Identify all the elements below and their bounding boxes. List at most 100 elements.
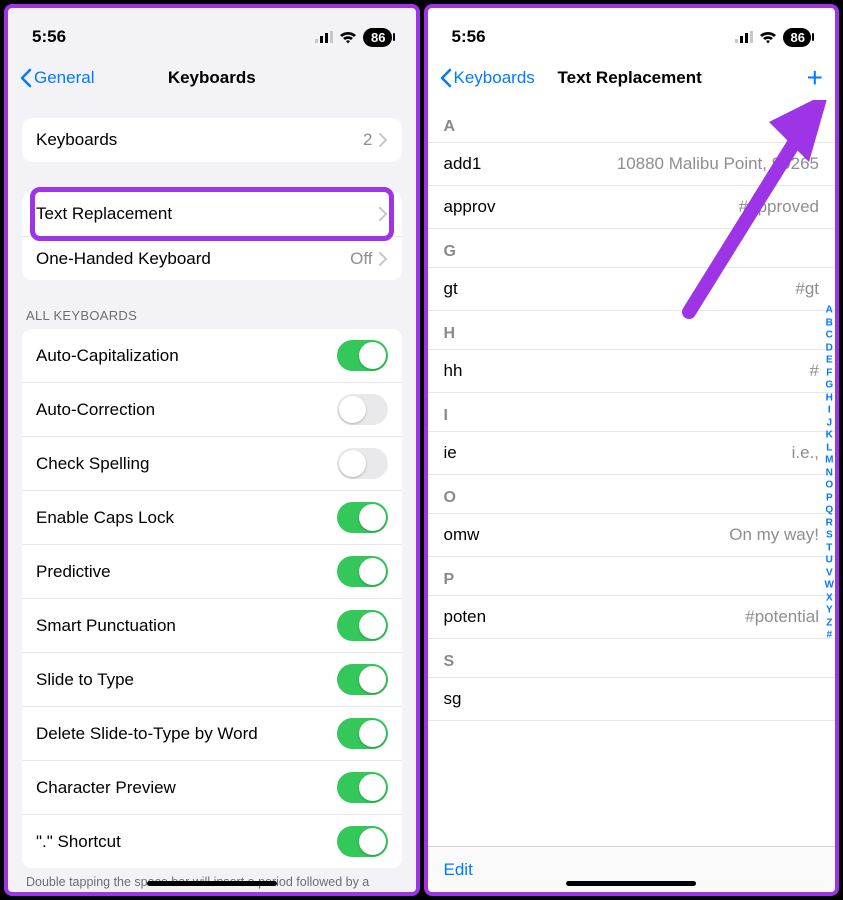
index-letter[interactable]: Q [825,504,833,517]
index-letter[interactable]: L [826,442,832,455]
shortcut-text: add1 [444,154,482,174]
index-letter[interactable]: P [826,492,833,505]
toggle-switch[interactable] [337,448,388,479]
phrase-text: #potential [486,607,819,627]
home-indicator[interactable] [566,881,696,886]
home-indicator[interactable] [147,881,277,886]
index-letter[interactable]: J [826,417,832,430]
cell-value: Off [350,249,372,269]
index-letter[interactable]: C [826,329,833,342]
one-handed-keyboard-row[interactable]: One-Handed Keyboard Off [22,236,402,280]
toggle-switch[interactable] [337,718,388,749]
status-indicators: 86 [315,28,391,47]
cell-label: One-Handed Keyboard [36,249,350,269]
index-letter[interactable]: R [826,517,833,530]
index-letter[interactable]: X [826,592,833,605]
section-header: P [428,557,836,595]
replacement-row[interactable]: add110880 Malibu Point, 90265 [428,142,836,186]
index-letter[interactable]: U [826,554,833,567]
status-bar: 5:56 86 [428,8,836,56]
replacement-row[interactable]: sg [428,677,836,721]
back-button[interactable]: Keyboards [440,68,535,88]
keyboards-row[interactable]: Keyboards 2 [22,118,402,162]
toggle-switch[interactable] [337,556,388,587]
back-button[interactable]: General [20,68,94,88]
index-letter[interactable]: M [825,454,833,467]
index-letter[interactable]: S [826,529,833,542]
toggle-switch[interactable] [337,394,388,425]
index-letter[interactable]: F [826,367,832,380]
status-indicators: 86 [735,28,811,47]
index-letter[interactable]: B [826,317,833,330]
toggle-switch[interactable] [337,340,388,371]
settings-content: Keyboards 2 Text Replacement One-Handed … [8,100,416,892]
toggle-row: Smart Punctuation [22,598,402,652]
replacement-row[interactable]: omwOn my way! [428,513,836,557]
toggle-row: Check Spelling [22,436,402,490]
toggle-switch[interactable] [337,664,388,695]
cellular-icon [735,31,753,43]
shortcut-text: omw [444,525,480,545]
index-letter[interactable]: N [826,467,833,480]
replacement-row[interactable]: iei.e., [428,431,836,475]
section-header: I [428,393,836,431]
index-letter[interactable]: V [826,567,833,580]
toggle-row: Predictive [22,544,402,598]
toggle-row: "." Shortcut [22,814,402,868]
toggle-label: Auto-Correction [36,400,337,420]
index-letter[interactable]: # [826,629,832,642]
wifi-icon [759,31,777,44]
shortcut-text: hh [444,361,463,381]
index-letter[interactable]: A [826,304,833,317]
replacement-row[interactable]: gt#gt [428,267,836,311]
edit-button[interactable]: Edit [444,860,473,880]
index-letter[interactable]: Z [826,617,832,630]
toggle-switch[interactable] [337,772,388,803]
index-letter[interactable]: E [826,354,833,367]
section-header: H [428,311,836,349]
status-time: 5:56 [32,27,66,47]
cellular-icon [315,31,333,43]
phrase-text: # [462,361,819,381]
toggle-switch[interactable] [337,610,388,641]
index-letter[interactable]: T [826,542,832,555]
index-letter[interactable]: I [828,404,831,417]
index-letter[interactable]: D [826,342,833,355]
wifi-icon [339,31,357,44]
index-letter[interactable]: K [826,429,833,442]
index-letter[interactable]: W [825,579,834,592]
plus-icon: + [807,64,823,92]
toggle-row: Auto-Capitalization [22,329,402,382]
toggle-row: Auto-Correction [22,382,402,436]
replacement-list: Aadd110880 Malibu Point, 90265approv#app… [428,100,836,846]
index-letter[interactable]: Y [826,604,833,617]
shortcut-text: poten [444,607,487,627]
screen-keyboards-settings: 5:56 86 General Keyboards [4,4,420,896]
section-header: G [428,229,836,267]
replacement-row[interactable]: hh# [428,349,836,393]
phrase-text: i.e., [457,443,819,463]
replacement-row[interactable]: poten#potential [428,595,836,639]
toggle-switch[interactable] [337,502,388,533]
toggle-label: Predictive [36,562,337,582]
footer-note: Double tapping the space bar will insert… [22,868,402,892]
toggle-label: Smart Punctuation [36,616,337,636]
toggle-label: Check Spelling [36,454,337,474]
index-letter[interactable]: H [826,392,833,405]
replacement-row[interactable]: approv#approved [428,186,836,229]
index-letter[interactable]: G [825,379,833,392]
chevron-right-icon [379,207,388,221]
back-label: General [34,68,94,88]
section-header: O [428,475,836,513]
shortcut-text: sg [444,689,462,709]
section-index[interactable]: ABCDEFGHIJKLMNOPQRSTUVWXYZ# [825,304,834,642]
text-replacement-row[interactable]: Text Replacement [22,192,402,236]
shortcut-text: approv [444,197,496,217]
add-button[interactable]: + [807,56,823,100]
shortcut-text: gt [444,279,458,299]
index-letter[interactable]: O [825,479,833,492]
toggle-switch[interactable] [337,826,388,857]
battery-indicator: 86 [783,28,811,47]
status-bar: 5:56 86 [8,8,416,56]
status-time: 5:56 [452,27,486,47]
